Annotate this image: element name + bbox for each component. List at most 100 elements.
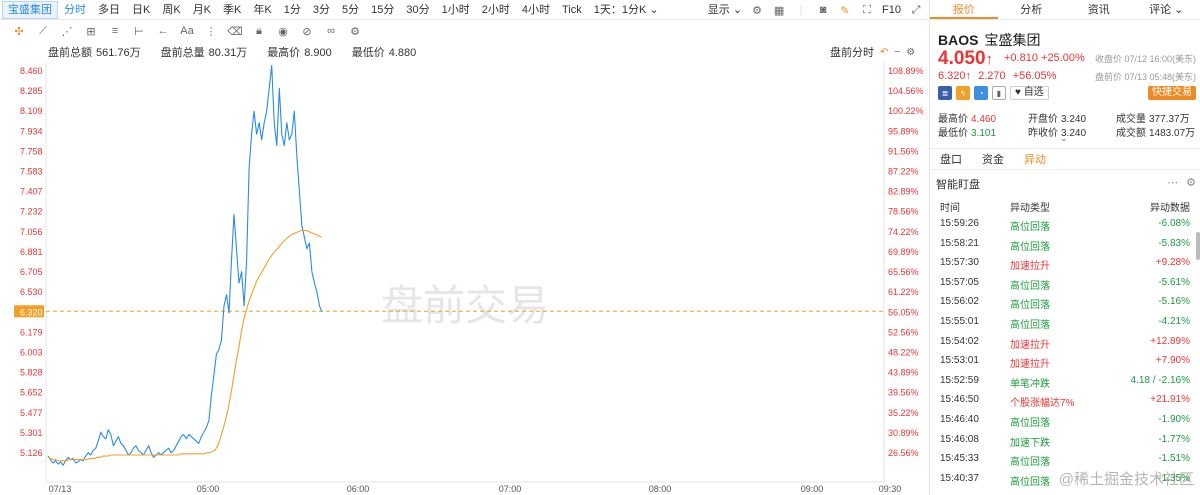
crosshair-icon[interactable]: ✣ [10, 25, 28, 38]
tab-1hour[interactable]: 1小时 [436, 0, 476, 20]
tab-monthly-k[interactable]: 月K [187, 0, 217, 20]
fullscreen-icon[interactable]: ⤢ [909, 3, 923, 17]
y-tick-right: 48.22% [888, 347, 919, 357]
tab-movements[interactable]: 异动 [1014, 149, 1056, 169]
bookmark-icon[interactable]: ▮ [992, 86, 1006, 100]
fibonacci-icon[interactable]: ≡ [106, 25, 124, 37]
stock-action-icons: ≣ ϟ ◔ ▮ ♥ 自选 [938, 86, 1049, 100]
last-price-value: 4.050 [938, 48, 986, 69]
camera-icon[interactable]: ◙ [816, 3, 830, 17]
table-row[interactable]: 15:58:21 高位回落 -5.83% [930, 234, 1194, 254]
table-row[interactable]: 15:46:50 个股涨幅达7% +21.91% [930, 390, 1194, 410]
y-tick-left: 6.179 [20, 327, 43, 337]
tab-comments[interactable]: 评论 ⌄ [1133, 0, 1200, 19]
arrow-icon[interactable]: ← [154, 25, 172, 37]
add-favorite-button[interactable]: ♥ 自选 [1010, 86, 1049, 100]
eraser-icon[interactable]: ⌫ [226, 25, 244, 38]
settings-icon[interactable]: ⚙ [750, 3, 764, 17]
volume-field: 成交量 377.37万 [1116, 110, 1190, 125]
table-row[interactable]: 15:52:59 单笔冲跌 4.18 / -2.16% [930, 371, 1194, 391]
scrollbar[interactable] [1196, 232, 1200, 260]
tab-3min[interactable]: 3分 [307, 0, 336, 20]
tab-analysis[interactable]: 分析 [998, 0, 1066, 19]
tab-tick[interactable]: Tick [556, 0, 588, 20]
table-row[interactable]: 15:54:02 加速拉升 +12.89% [930, 332, 1194, 352]
minimize-icon[interactable]: − [894, 47, 900, 58]
expand-icon[interactable]: ⛶ [860, 3, 874, 17]
table-row[interactable]: 15:46:08 加速下跌 -1.77% [930, 430, 1194, 450]
y-tick-left: 6.705 [20, 267, 43, 277]
expand-chevron-icon[interactable]: ⌄ [1060, 133, 1068, 144]
table-row[interactable]: 15:45:33 高位回落 -1.51% [930, 449, 1194, 469]
polyline-icon[interactable]: ⋰ [58, 25, 76, 38]
quick-trade-button[interactable]: 快捷交易 [1148, 86, 1196, 100]
trendline-icon[interactable]: ⟋ [34, 25, 52, 38]
tab-multiday[interactable]: 多日 [92, 0, 126, 20]
tab-quarterly-k[interactable]: 季K [217, 0, 247, 20]
tab-weekly-k[interactable]: 周K [156, 0, 186, 20]
tab-intraday[interactable]: 分时 [58, 0, 92, 20]
table-row[interactable]: 15:46:40 高位回落 -1.90% [930, 410, 1194, 430]
intraday-chart[interactable]: 盘前交易 8.460 8.285 8.109 7.934 7.758 7.583 7.407 7… [0, 58, 929, 495]
drawing-settings-icon[interactable]: ⚙ [346, 25, 364, 38]
grid-icon[interactable]: ▦ [772, 3, 786, 17]
period-select[interactable]: 1天：1分K ⌄ [588, 0, 665, 20]
tab-capital[interactable]: 资金 [972, 149, 1014, 169]
row-type: 高位回落 [1010, 241, 1050, 253]
drawing-toolbar: ✣ ⟋ ⋰ ⊞ ≡ ⊢ ← Aa ⋮ ⌫ 🔒︎ ◉ ⊘ ∞ ⚙ [0, 21, 929, 41]
sep: | [799, 4, 803, 16]
chat-icon[interactable]: ◔ [974, 86, 988, 100]
table-row[interactable]: 15:53:01 加速拉升 +7.90% [930, 351, 1194, 371]
tab-daily-k[interactable]: 日K [126, 0, 156, 20]
table-row[interactable]: 15:55:01 高位回落 -4.21% [930, 312, 1194, 332]
last-price: 4.050↑ [938, 48, 993, 70]
tab-30min[interactable]: 30分 [400, 0, 435, 20]
low-value: 3.101 [971, 128, 997, 139]
y-tick-left: 6.530 [20, 287, 43, 297]
row-data: -1.77% [1158, 433, 1190, 445]
tab-1min[interactable]: 1分 [278, 0, 307, 20]
measure-icon[interactable]: ⊢ [130, 25, 148, 38]
panel-tabs: 报价 分析 资讯 评论 ⌄ [930, 0, 1200, 20]
low-label: 最低价 [938, 128, 968, 139]
stock-tab[interactable]: 宝盛集团 [2, 0, 58, 19]
y-tick-left: 6.320 [20, 307, 43, 317]
f10-button[interactable]: F10 [882, 0, 901, 20]
link-icon[interactable]: ∞ [322, 25, 340, 37]
tab-2hour[interactable]: 2小时 [476, 0, 516, 20]
table-row[interactable]: 15:56:02 高位回落 -5.16% [930, 292, 1194, 312]
settings-icon[interactable]: ⚙ [906, 47, 915, 58]
more-icon[interactable]: ⋮ [202, 25, 220, 38]
tab-5min[interactable]: 5分 [336, 0, 365, 20]
lightning-icon[interactable]: ϟ [956, 86, 970, 100]
table-row[interactable]: 15:57:30 加速拉升 +9.28% [930, 253, 1194, 273]
tab-orderbook[interactable]: 盘口 [930, 149, 972, 169]
col-data: 异动数据 [1150, 203, 1190, 214]
pencil-icon[interactable]: ✎ [838, 3, 852, 17]
y-tick-left: 7.232 [20, 207, 43, 217]
display-menu[interactable]: 显示 ⌄ [708, 0, 742, 20]
more-icon[interactable]: ⋯ [1167, 176, 1178, 189]
tab-15min[interactable]: 15分 [365, 0, 400, 20]
tab-quote[interactable]: 报价 [930, 0, 998, 19]
table-row[interactable]: 15:59:26 高位回落 -6.08% [930, 214, 1194, 234]
row-time: 15:46:08 [940, 433, 979, 445]
lock-icon[interactable]: 🔒︎ [250, 25, 268, 38]
undo-icon[interactable]: ↶ [880, 47, 888, 58]
tab-yearly-k[interactable]: 年K [247, 0, 277, 20]
x-tick: 09:00 [801, 484, 824, 494]
x-tick: 09:30 [879, 484, 902, 494]
settings-icon[interactable]: ⚙ [1186, 176, 1196, 189]
period-toolbar: 宝盛集团 分时 多日 日K 周K 月K 季K 年K 1分 3分 5分 15分 3… [0, 0, 929, 20]
delete-icon[interactable]: ⊘ [298, 25, 316, 38]
text-icon[interactable]: Aa [178, 25, 196, 37]
table-row[interactable]: 15:57:05 高位回落 -5.61% [930, 273, 1194, 293]
tab-news[interactable]: 资讯 [1065, 0, 1133, 19]
tab-4hour[interactable]: 4小时 [516, 0, 556, 20]
eye-icon[interactable]: ◉ [274, 25, 292, 38]
y-tick-right: 35.22% [888, 408, 919, 418]
y-tick-right: 52.56% [888, 327, 919, 337]
row-time: 15:46:40 [940, 413, 979, 425]
channel-icon[interactable]: ⊞ [82, 25, 100, 38]
heart-icon: ♥ [1015, 87, 1021, 98]
